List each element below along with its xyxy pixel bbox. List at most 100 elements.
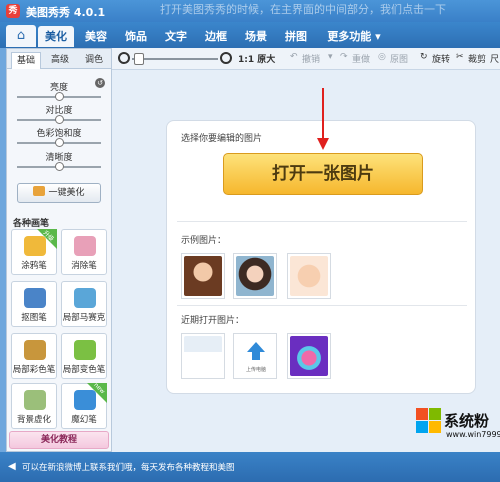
- rotate-button[interactable]: 旋转: [432, 52, 450, 65]
- undo-dropdown-icon[interactable]: ▾: [328, 52, 333, 62]
- tab-accessories[interactable]: 饰品: [118, 26, 154, 47]
- crop-icon[interactable]: ✂: [456, 52, 464, 62]
- logo-square-red: [416, 408, 428, 420]
- background-caption: 打开美图秀秀的时候，在主界面的中间部分，我们点击一下: [160, 3, 446, 16]
- brightness-slider-handle[interactable]: [55, 92, 64, 101]
- main-area: 选择你要编辑的图片 打开一张图片 示例图片： 近期打开图片： 上传电脑: [112, 70, 500, 452]
- redo-icon[interactable]: ↷: [340, 52, 348, 62]
- watermark-url: www.win7999.com: [446, 430, 500, 439]
- redo-button[interactable]: 重做: [352, 52, 370, 65]
- auto-beautify-button[interactable]: 一键美化: [17, 183, 101, 203]
- watermark-text: 系统粉: [444, 412, 490, 430]
- baby-portrait-image: [290, 256, 328, 296]
- tutorial-button[interactable]: 美化教程: [9, 431, 109, 449]
- logo-square-green: [429, 408, 441, 420]
- colorful-cake-thumbnail: [290, 336, 328, 376]
- brush-eraser-pen[interactable]: 消除笔: [61, 229, 107, 275]
- brush-local-color-pen[interactable]: 局部彩色笔: [11, 333, 57, 379]
- screenshot-thumbnail: [184, 336, 222, 376]
- pen-nib-icon: [24, 288, 46, 308]
- zoom-slider-handle[interactable]: [134, 53, 144, 65]
- divider: [177, 305, 467, 306]
- open-image-button[interactable]: 打开一张图片: [223, 153, 423, 195]
- tab-beauty[interactable]: 美容: [78, 26, 114, 47]
- undo-icon[interactable]: ↶: [290, 52, 298, 62]
- brush-local-recolor-pen[interactable]: 局部变色笔: [61, 333, 107, 379]
- subtab-color[interactable]: 调色: [79, 52, 109, 69]
- saturation-slider-handle[interactable]: [55, 138, 64, 147]
- recent-images-title: 近期打开图片：: [181, 316, 245, 326]
- left-panel: 基础 高级 调色 ↺ 亮度 对比度 色彩饱和度 清晰度 一键美化 各种画笔 升级…: [6, 48, 112, 452]
- brushes-section-title: 各种画笔: [13, 219, 50, 229]
- original-button[interactable]: 原图: [390, 52, 408, 65]
- brush-label: 魔幻笔: [71, 415, 97, 425]
- recent-image-1[interactable]: [181, 333, 225, 379]
- select-prompt: 选择你要编辑的图片: [181, 134, 263, 144]
- brush-cutout-pen[interactable]: 抠图笔: [11, 281, 57, 327]
- portrait-image: [184, 256, 222, 296]
- brush-magic-pen[interactable]: new 魔幻笔: [61, 382, 107, 429]
- subtab-advanced[interactable]: 高级: [45, 52, 75, 69]
- home-icon[interactable]: ⌂: [6, 25, 36, 47]
- brush-label: 背景虚化: [16, 415, 51, 425]
- tab-scenes[interactable]: 场景: [238, 26, 274, 47]
- sample-image-3[interactable]: [287, 253, 331, 299]
- crop-button[interactable]: 裁剪: [468, 52, 486, 65]
- tab-text[interactable]: 文字: [158, 26, 194, 47]
- brush-label: 消除笔: [71, 261, 97, 271]
- status-bar: ◀ 可以在新浪微博上联系我们哦，每天发布各种教程和美图: [0, 452, 500, 482]
- rotate-icon[interactable]: ↻: [420, 52, 428, 62]
- recent-image-3[interactable]: [287, 333, 331, 379]
- annotation-arrow-shaft: [322, 88, 324, 140]
- title-bar: 秀 美图秀秀 4.0.1 打开美图秀秀的时候，在主界面的中间部分，我们点击一下: [0, 0, 500, 22]
- sub-tabs: 基础 高级 调色: [7, 49, 111, 69]
- subtab-basic[interactable]: 基础: [11, 52, 41, 69]
- contrast-slider-handle[interactable]: [55, 115, 64, 124]
- status-text[interactable]: 可以在新浪微博上联系我们哦，每天发布各种教程和美图: [22, 461, 235, 473]
- upload-caption: 上传电脑: [245, 367, 266, 373]
- resize-button[interactable]: 尺: [490, 52, 499, 65]
- mosaic-icon: [74, 288, 96, 308]
- sample-image-1[interactable]: [181, 253, 225, 299]
- paint-bucket-icon: [74, 340, 96, 360]
- brush-label: 局部变色笔: [62, 365, 106, 375]
- portrait-image: [236, 256, 274, 296]
- logo-square-yellow: [429, 421, 441, 433]
- magic-photo-icon: [33, 186, 46, 196]
- upload-arrow-icon: [247, 342, 265, 352]
- open-image-card: 选择你要编辑的图片 打开一张图片 示例图片： 近期打开图片： 上传电脑: [166, 120, 476, 394]
- tab-collage[interactable]: 拼图: [278, 26, 314, 47]
- app-title: 美图秀秀 4.0.1: [26, 6, 106, 19]
- tab-frames[interactable]: 边框: [198, 26, 234, 47]
- brush-label: 涂鸦笔: [21, 261, 47, 271]
- paint-brush-icon: [24, 340, 46, 360]
- sample-images-title: 示例图片：: [181, 236, 227, 246]
- upload-arrow-stem: [252, 352, 260, 360]
- brush-label: 抠图笔: [21, 313, 47, 323]
- brush-label: 局部马赛克: [62, 313, 106, 323]
- speaker-icon: ◀: [8, 461, 16, 472]
- zoom-slider-track[interactable]: [132, 58, 218, 60]
- tab-more-features[interactable]: 更多功能 ▾: [318, 26, 390, 47]
- recent-image-2[interactable]: 上传电脑: [233, 333, 277, 379]
- divider: [177, 221, 467, 222]
- brush-local-mosaic[interactable]: 局部马赛克: [61, 281, 107, 327]
- brush-label: 局部彩色笔: [12, 365, 56, 375]
- zoom-in-icon[interactable]: [220, 52, 232, 64]
- blur-icon: [24, 390, 46, 410]
- actual-size-button[interactable]: 1:1 原大: [238, 52, 275, 65]
- brush-background-blur[interactable]: 背景虚化: [11, 383, 57, 429]
- sample-image-2[interactable]: [233, 253, 277, 299]
- original-icon[interactable]: ◎: [378, 52, 386, 62]
- tab-beautify[interactable]: 美化: [38, 26, 74, 47]
- windows-logo-icon: [416, 408, 442, 434]
- app-logo-icon: 秀: [6, 4, 20, 18]
- toolbar: 1:1 原大 ↶ 撤销 ▾ ↷ 重做 ◎ 原图 ↻ 旋转 ✂ 裁剪 尺: [112, 48, 500, 70]
- eraser-icon: [74, 236, 96, 256]
- brush-doodle-pen[interactable]: 升级 涂鸦笔: [11, 229, 57, 275]
- sharpness-slider-handle[interactable]: [55, 162, 64, 171]
- logo-square-blue: [416, 421, 428, 433]
- undo-button[interactable]: 撤销: [302, 52, 320, 65]
- main-nav: ⌂ 美化 美容 饰品 文字 边框 场景 拼图 更多功能 ▾: [0, 22, 500, 48]
- zoom-out-icon[interactable]: [118, 52, 130, 64]
